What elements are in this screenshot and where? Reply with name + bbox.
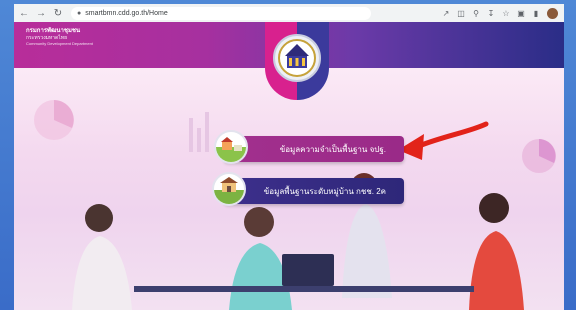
department-name-en: Community Development Department xyxy=(26,41,93,46)
share-icon[interactable]: ↗ xyxy=(440,7,452,19)
translate-icon[interactable]: ◫ xyxy=(455,7,467,19)
avatar[interactable] xyxy=(547,7,558,19)
emblem-circle xyxy=(273,34,321,82)
save-icon[interactable]: ↧ xyxy=(485,7,497,19)
agency-emblem xyxy=(265,22,329,100)
sidebar-icon[interactable]: ▮ xyxy=(530,7,542,19)
browser-actions: ↗ ◫ ⚲ ↧ ☆ ▣ ▮ xyxy=(437,7,564,19)
village-data-label: ข้อมูลพื้นฐานระดับหมู่บ้าน กชช. 2ค xyxy=(263,186,386,196)
village-illustration-icon xyxy=(212,172,246,206)
reload-icon[interactable]: ↻ xyxy=(51,6,65,20)
back-icon[interactable]: ← xyxy=(17,6,31,20)
screen: ← → ↻ ● smartbmn.cdd.go.th/Home ↗ ◫ ⚲ ↧ … xyxy=(0,0,576,310)
village-data-button[interactable]: ข้อมูลพื้นฐานระดับหมู่บ้าน กชช. 2ค xyxy=(224,178,404,204)
browser-toolbar: ← → ↻ ● smartbmn.cdd.go.th/Home ↗ ◫ ⚲ ↧ … xyxy=(14,4,564,23)
forward-icon[interactable]: → xyxy=(34,6,48,20)
extensions-icon[interactable]: ▣ xyxy=(515,7,527,19)
zoom-icon[interactable]: ⚲ xyxy=(470,7,482,19)
farm-illustration-icon xyxy=(214,130,248,164)
emblem-pavilion-icon xyxy=(278,39,316,77)
address-bar[interactable]: ● smartbmn.cdd.go.th/Home xyxy=(71,6,371,20)
lock-icon: ● xyxy=(77,9,82,17)
window-frame-right xyxy=(564,0,576,310)
basic-needs-data-label: ข้อมูลความจำเป็นพื้นฐาน จปฐ. xyxy=(279,144,386,154)
star-icon[interactable]: ☆ xyxy=(500,7,512,19)
department-name-th: กรมการพัฒนาชุมชน xyxy=(26,28,81,34)
department-logo[interactable]: กรมการพัฒนาชุมชน กระทรวงมหาดไทย Communit… xyxy=(26,28,93,46)
url-text: smartbmn.cdd.go.th/Home xyxy=(85,9,168,17)
window-frame-left xyxy=(0,0,14,310)
basic-needs-data-button[interactable]: ข้อมูลความจำเป็นพื้นฐาน จปฐ. xyxy=(224,136,404,162)
